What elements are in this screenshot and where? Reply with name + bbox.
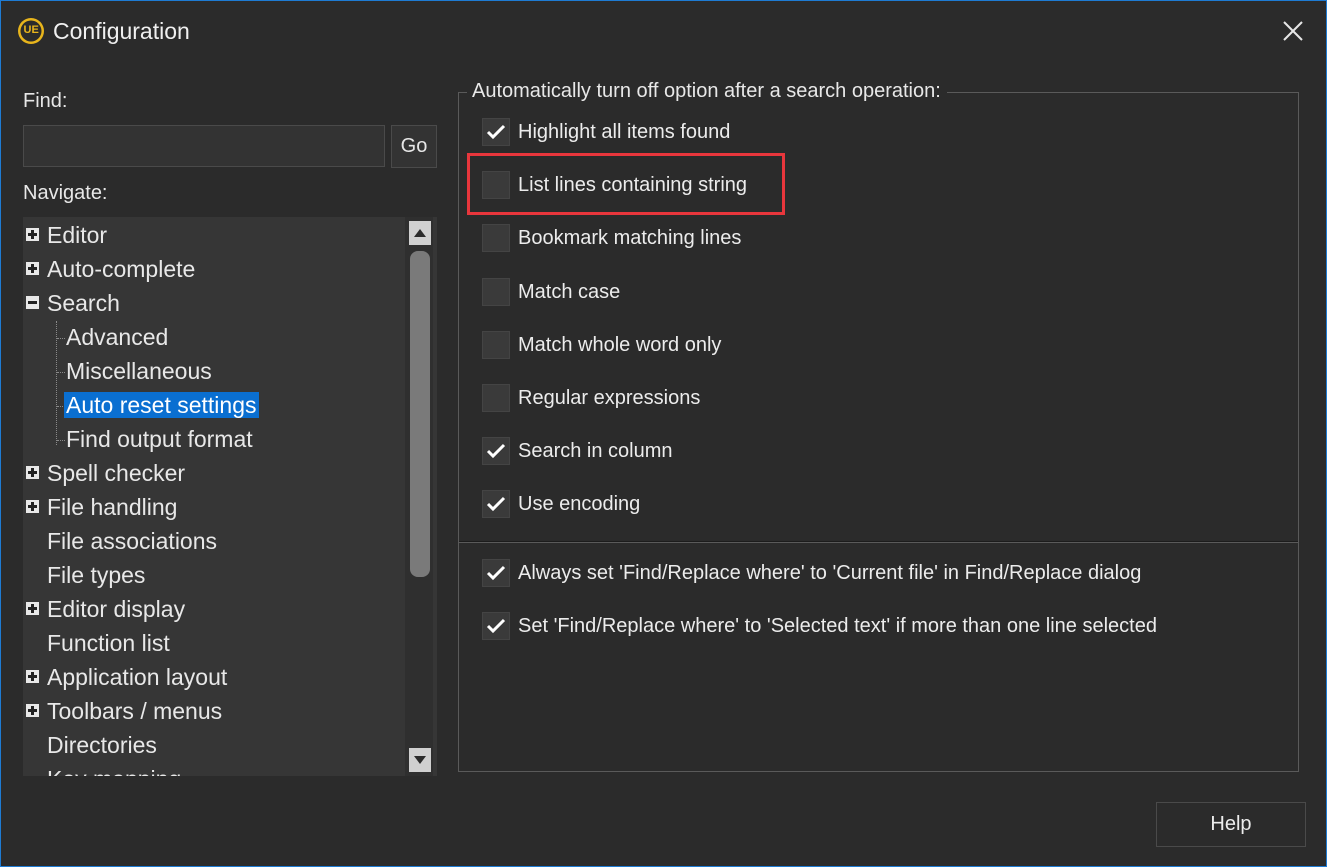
group-title: Automatically turn off option after a se… bbox=[467, 80, 947, 103]
option-match-case[interactable]: Match case bbox=[482, 277, 620, 307]
arrow-down-icon bbox=[414, 756, 426, 764]
navigation-tree[interactable]: Editor Auto-complete Search Advanced Mis… bbox=[23, 217, 437, 776]
highlight-annotation-box bbox=[467, 153, 785, 215]
option-use-encoding[interactable]: Use encoding bbox=[482, 489, 640, 519]
configuration-dialog: UE Configuration Find: Go Navigate: Edit… bbox=[0, 0, 1327, 867]
tree-item-advanced[interactable]: Advanced bbox=[64, 321, 170, 353]
tree-item-search[interactable]: Search bbox=[23, 287, 122, 319]
checkbox[interactable] bbox=[482, 437, 510, 465]
checkbox[interactable] bbox=[482, 612, 510, 640]
option-regular-expressions[interactable]: Regular expressions bbox=[482, 383, 700, 413]
option-label: Bookmark matching lines bbox=[518, 226, 742, 249]
expand-plus-icon[interactable] bbox=[26, 704, 39, 717]
help-button[interactable]: Help bbox=[1156, 802, 1306, 847]
tree-item-editor[interactable]: Editor bbox=[23, 219, 109, 251]
collapse-minus-icon[interactable] bbox=[26, 296, 39, 309]
checkmark-icon bbox=[486, 565, 506, 581]
find-label: Find: bbox=[23, 90, 68, 112]
option-label: Match whole word only bbox=[518, 333, 722, 356]
checkmark-icon bbox=[486, 496, 506, 512]
option-bookmark-matching-lines[interactable]: Bookmark matching lines bbox=[482, 223, 741, 253]
tree-item-file-handling[interactable]: File handling bbox=[23, 491, 179, 523]
expand-plus-icon[interactable] bbox=[26, 228, 39, 241]
expand-plus-icon[interactable] bbox=[26, 262, 39, 275]
checkmark-icon bbox=[486, 124, 506, 140]
option-label: Set 'Find/Replace where' to 'Selected te… bbox=[518, 614, 1157, 637]
checkmark-icon bbox=[486, 443, 506, 459]
close-icon bbox=[1283, 21, 1303, 41]
tree-connector bbox=[56, 321, 57, 445]
tree-item-auto-complete[interactable]: Auto-complete bbox=[23, 253, 197, 285]
option-always-set-current-file[interactable]: Always set 'Find/Replace where' to 'Curr… bbox=[482, 558, 1141, 588]
arrow-up-icon bbox=[414, 229, 426, 237]
ultraedit-logo-icon: UE bbox=[18, 18, 44, 44]
option-match-whole-word[interactable]: Match whole word only bbox=[482, 330, 721, 360]
find-input[interactable] bbox=[23, 125, 385, 167]
checkbox[interactable] bbox=[482, 559, 510, 587]
checkbox[interactable] bbox=[482, 224, 510, 252]
tree-item-file-associations[interactable]: File associations bbox=[23, 525, 219, 557]
checkbox[interactable] bbox=[482, 278, 510, 306]
option-label: Highlight all items found bbox=[518, 120, 731, 143]
tree-scrollbar[interactable] bbox=[405, 217, 433, 776]
checkbox[interactable] bbox=[482, 384, 510, 412]
tree-item-function-list[interactable]: Function list bbox=[23, 627, 172, 659]
option-label: Search in column bbox=[518, 439, 673, 462]
tree-item-editor-display[interactable]: Editor display bbox=[23, 593, 187, 625]
option-set-selected-text[interactable]: Set 'Find/Replace where' to 'Selected te… bbox=[482, 611, 1157, 641]
scroll-down-button[interactable] bbox=[409, 748, 431, 772]
tree-item-key-mapping[interactable]: Key mapping bbox=[23, 763, 183, 776]
tree-item-toolbars-menus[interactable]: Toolbars / menus bbox=[23, 695, 224, 727]
tree-item-spell-checker[interactable]: Spell checker bbox=[23, 457, 187, 489]
go-button[interactable]: Go bbox=[391, 125, 437, 168]
expand-plus-icon[interactable] bbox=[26, 602, 39, 615]
navigate-label: Navigate: bbox=[23, 182, 108, 204]
checkmark-icon bbox=[486, 618, 506, 634]
option-label: Use encoding bbox=[518, 492, 641, 515]
expand-plus-icon[interactable] bbox=[26, 670, 39, 683]
scroll-thumb[interactable] bbox=[410, 251, 430, 577]
checkbox[interactable] bbox=[482, 118, 510, 146]
tree-item-auto-reset-settings[interactable]: Auto reset settings bbox=[64, 389, 259, 421]
title-bar: UE Configuration bbox=[1, 1, 1326, 61]
svg-text:UE: UE bbox=[24, 24, 39, 36]
option-search-in-column[interactable]: Search in column bbox=[482, 436, 673, 466]
tree-item-application-layout[interactable]: Application layout bbox=[23, 661, 229, 693]
checkbox[interactable] bbox=[482, 331, 510, 359]
checkbox[interactable] bbox=[482, 490, 510, 518]
option-highlight-all-items[interactable]: Highlight all items found bbox=[482, 117, 730, 147]
tree-item-file-types[interactable]: File types bbox=[23, 559, 147, 591]
window-title: Configuration bbox=[53, 18, 190, 44]
option-label: Regular expressions bbox=[518, 386, 701, 409]
scroll-up-button[interactable] bbox=[409, 221, 431, 245]
tree-item-directories[interactable]: Directories bbox=[23, 729, 159, 761]
option-label: Match case bbox=[518, 280, 621, 303]
tree-item-miscellaneous[interactable]: Miscellaneous bbox=[64, 355, 214, 387]
tree-item-find-output-format[interactable]: Find output format bbox=[64, 423, 255, 455]
expand-plus-icon[interactable] bbox=[26, 500, 39, 513]
option-label: Always set 'Find/Replace where' to 'Curr… bbox=[518, 561, 1142, 584]
expand-plus-icon[interactable] bbox=[26, 466, 39, 479]
section-divider bbox=[459, 541, 1298, 543]
close-button[interactable] bbox=[1273, 13, 1313, 49]
